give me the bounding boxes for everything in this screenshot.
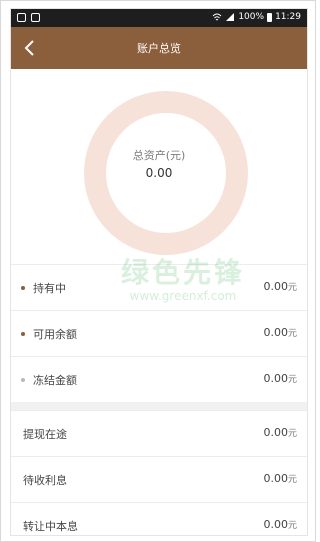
list-item-transfer[interactable]: 转让中本息 0.00元	[11, 502, 307, 535]
legend-dot	[21, 286, 25, 290]
total-assets-label: 总资产(元)	[132, 149, 186, 162]
device-frame: 100% 11:29 账户总览 总资产(元) 0.00 持有中 0.00元 可用…	[0, 0, 316, 542]
status-time: 11:29	[275, 12, 301, 22]
notification-icon	[17, 13, 26, 22]
wifi-icon	[212, 13, 222, 21]
item-amount: 0.00元	[263, 372, 297, 385]
status-bar: 100% 11:29	[11, 9, 307, 27]
item-label: 待收利息	[23, 474, 67, 487]
notification-icon	[31, 13, 40, 22]
page-title: 账户总览	[137, 42, 181, 55]
item-amount: 0.00元	[263, 426, 297, 439]
legend-dot	[21, 332, 25, 336]
app-screen: 100% 11:29 账户总览 总资产(元) 0.00 持有中 0.00元 可用…	[11, 9, 307, 535]
asset-list: 持有中 0.00元 可用余额 0.00元 冻结金额 0.00元 提现在途 0.0…	[11, 264, 307, 535]
notification-icons	[17, 13, 40, 22]
asset-summary: 总资产(元) 0.00	[11, 69, 307, 264]
item-amount: 0.00元	[263, 326, 297, 339]
title-bar: 账户总览	[11, 27, 307, 69]
status-right: 100% 11:29	[212, 12, 301, 22]
list-item-withdrawal[interactable]: 提现在途 0.00元	[11, 410, 307, 456]
item-amount: 0.00元	[263, 518, 297, 531]
item-amount: 0.00元	[263, 472, 297, 485]
battery-percent: 100%	[238, 12, 265, 22]
item-label: 提现在途	[23, 428, 67, 441]
item-label: 冻结金额	[33, 374, 77, 387]
list-item-holding[interactable]: 持有中 0.00元	[11, 264, 307, 310]
item-label: 可用余额	[33, 328, 77, 341]
item-label: 转让中本息	[23, 520, 78, 533]
signal-icon	[226, 13, 235, 21]
battery-icon	[267, 12, 273, 22]
list-item-frozen[interactable]: 冻结金额 0.00元	[11, 356, 307, 402]
item-label: 持有中	[33, 282, 66, 295]
legend-dot	[21, 378, 25, 382]
list-item-interest[interactable]: 待收利息 0.00元	[11, 456, 307, 502]
section-divider	[11, 402, 307, 410]
item-amount: 0.00元	[263, 280, 297, 293]
total-assets-value: 0.00	[145, 166, 173, 180]
list-item-available[interactable]: 可用余额 0.00元	[11, 310, 307, 356]
